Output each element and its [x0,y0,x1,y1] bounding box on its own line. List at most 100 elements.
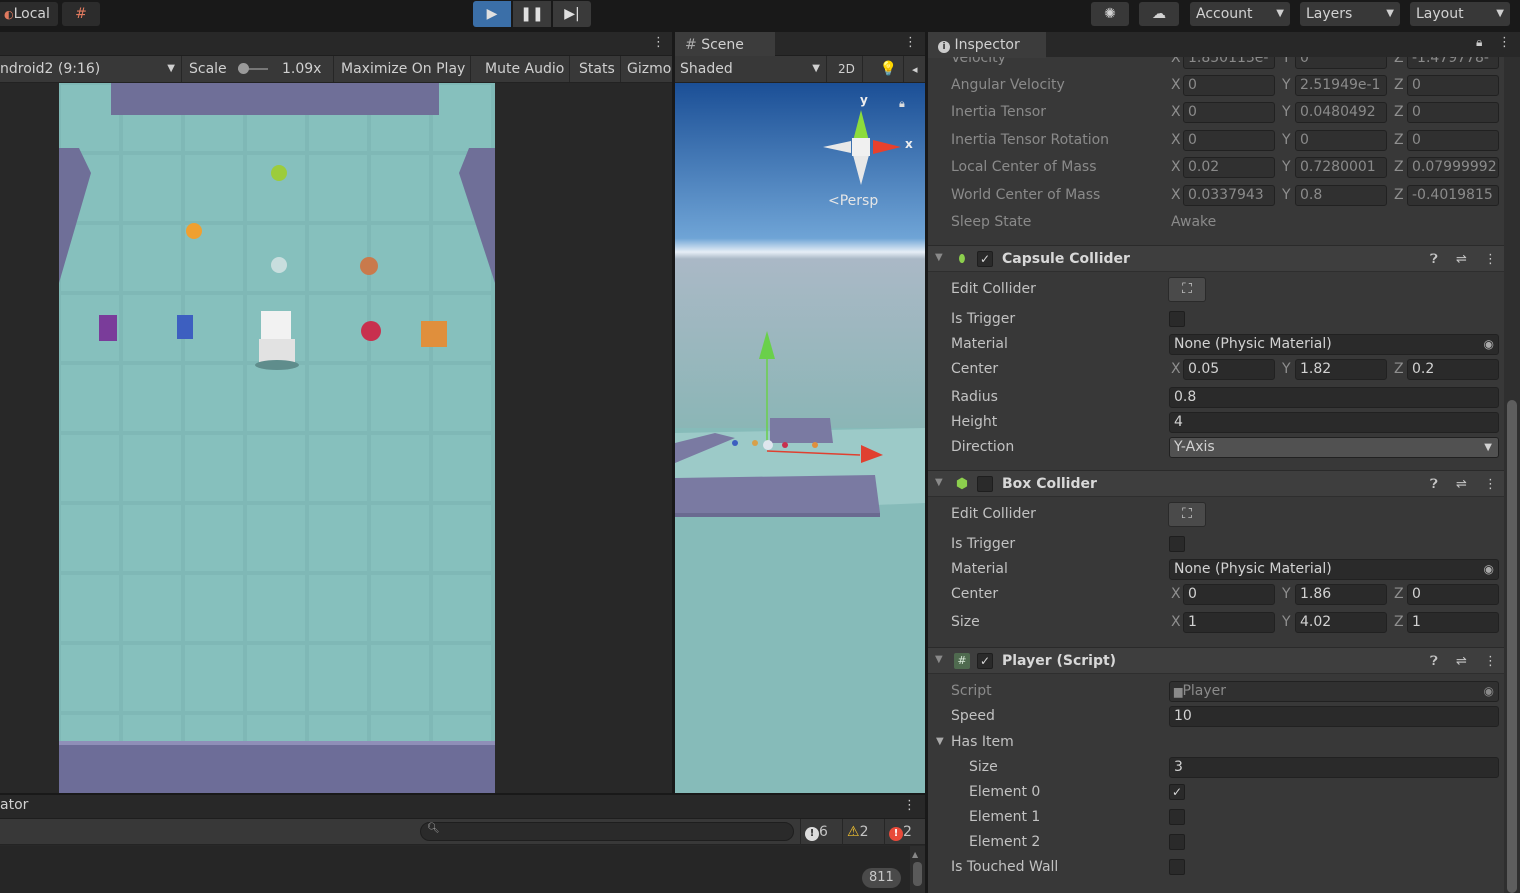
orientation-gizmo[interactable]: y x <Persp [823,93,913,213]
audio-toggle[interactable]: ◂ [907,56,925,82]
more-options-icon[interactable]: ⋮ [904,36,917,50]
shading-dropdown[interactable]: Shaded ▼ [675,56,827,82]
mute-audio-toggle[interactable]: Mute Audio [480,56,571,82]
height-input[interactable]: 4 [1169,412,1499,433]
speed-input[interactable]: 10 [1169,706,1499,727]
tab-inspector[interactable]: i Inspector [928,32,1046,58]
scroll-up-icon[interactable]: ▲ [912,850,918,859]
edit-collider-button[interactable]: ⛶ [1168,502,1206,527]
play-button[interactable]: ▶ [473,1,511,27]
layout-label: Layout [1416,6,1464,22]
more-options-icon[interactable]: ⋮ [652,36,665,50]
element-1-checkbox[interactable] [1169,809,1185,825]
preset-icon[interactable]: ⇌ [1456,246,1467,273]
more-options-icon[interactable]: ⋮ [1498,36,1511,50]
lock-icon[interactable]: 🔒︎ [899,97,905,111]
is-trigger-checkbox[interactable] [1169,536,1185,552]
object-picker-icon[interactable]: ◉ [1484,560,1494,579]
size-y-input[interactable]: 4.02 [1295,612,1387,633]
capsule-title: Capsule Collider [1002,251,1130,267]
angular-velocity-x: 0 [1183,75,1275,96]
capsule-collider-header[interactable]: ▼ ⬮ ✓ Capsule Collider ❓︎ ⇌ ⋮ [928,245,1508,272]
foldout-arrow-icon[interactable]: ▼ [935,654,943,665]
center-x-input[interactable]: 0 [1183,584,1275,605]
player-enabled-checkbox[interactable]: ✓ [977,653,993,669]
material-field[interactable]: None (Physic Material) ◉ [1169,334,1499,355]
box-enabled-checkbox[interactable] [977,476,993,492]
cloud-button[interactable]: ☁ [1139,2,1179,26]
direction-value: Y-Axis [1174,439,1215,455]
scrollbar-thumb[interactable] [1507,400,1517,893]
center-z-input[interactable]: 0 [1407,584,1499,605]
local-global-toggle[interactable]: ◐Local [0,2,58,26]
info-filter-button[interactable]: ! 6 [800,819,840,845]
more-options-icon[interactable]: ⋮ [1484,648,1497,675]
script-icon: # [954,653,970,669]
help-icon[interactable]: ❓︎ [1430,648,1438,675]
console-search-input[interactable]: 🔍︎ [420,822,794,841]
more-options-icon[interactable]: ⋮ [903,799,916,813]
scene-view-panel: # Scene ⋮ Shaded ▼ 2D 💡 ◂ y x <Persp 🔒︎ [675,32,925,793]
tab-scene[interactable]: # Scene [675,32,775,57]
touched-wall-checkbox[interactable] [1169,859,1185,875]
box-collider-header[interactable]: ▼ ⬢ Box Collider ❓︎ ⇌ ⋮ [928,470,1508,497]
has-item-row[interactable]: ▼ Has Item [928,729,1508,755]
warning-filter-button[interactable]: ⚠2 [842,819,882,845]
more-options-icon[interactable]: ⋮ [1484,471,1497,498]
inspector-scrollbar[interactable] [1504,57,1520,893]
more-options-icon[interactable]: ⋮ [1484,246,1497,273]
lighting-toggle[interactable]: 💡 [874,56,904,82]
persp-label[interactable]: <Persp [828,193,878,209]
layout-dropdown[interactable]: Layout ▼ [1410,2,1510,26]
size-z-input[interactable]: 1 [1407,612,1499,633]
console-scrollbar[interactable]: ▲ [910,846,925,893]
foldout-arrow-icon[interactable]: ▼ [935,477,943,488]
radius-input[interactable]: 0.8 [1169,387,1499,408]
resolution-dropdown[interactable]: ndroid2 (9:16) ▼ [0,56,182,82]
edit-collider-button[interactable]: ⛶ [1168,277,1206,302]
step-button[interactable]: ▶| [553,1,591,27]
scale-slider[interactable]: Scale 1.09x [184,56,334,82]
element-0-checkbox[interactable]: ✓ [1169,784,1185,800]
array-size-input[interactable]: 3 [1169,757,1499,778]
error-filter-button[interactable]: ! 2 [884,819,925,845]
services-button[interactable]: ✺ [1091,2,1129,26]
scrollbar-thumb[interactable] [913,862,922,886]
shading-label: Shaded [680,61,733,77]
preset-icon[interactable]: ⇌ [1456,648,1467,675]
element-2-checkbox[interactable] [1169,834,1185,850]
object-picker-icon[interactable]: ◉ [1484,335,1494,354]
stats-toggle[interactable]: Stats [574,56,621,82]
game-viewport[interactable] [59,83,495,793]
layers-dropdown[interactable]: Layers ▼ [1300,2,1400,26]
help-icon[interactable]: ❓︎ [1430,246,1438,273]
center-y-input[interactable]: 1.82 [1295,359,1387,380]
info-icon: i [938,41,950,53]
chevron-down-icon: ▼ [167,63,175,74]
material-field[interactable]: None (Physic Material) ◉ [1169,559,1499,580]
scale-thumb[interactable] [238,63,249,74]
preset-icon[interactable]: ⇌ [1456,471,1467,498]
player-script-header[interactable]: ▼ # ✓ Player (Script) ❓︎ ⇌ ⋮ [928,647,1508,674]
pause-button[interactable]: ❚❚ [513,1,551,27]
help-icon[interactable]: ❓︎ [1430,471,1438,498]
arena-floor [675,475,880,515]
direction-dropdown[interactable]: Y-Axis ▼ [1169,437,1499,458]
animator-tab-label[interactable]: ator [0,797,28,813]
account-dropdown[interactable]: Account ▼ [1190,2,1290,26]
foldout-arrow-icon[interactable]: ▼ [935,252,943,263]
grid-snap-button[interactable]: # [62,2,100,26]
capsule-enabled-checkbox[interactable]: ✓ [977,251,993,267]
center-y-input[interactable]: 1.86 [1295,584,1387,605]
size-x-input[interactable]: 1 [1183,612,1275,633]
scene-viewport[interactable]: y x <Persp 🔒︎ [675,83,925,793]
is-trigger-checkbox[interactable] [1169,311,1185,327]
capsule-height-row: Height 4 [928,409,1508,435]
2d-toggle[interactable]: 2D [833,56,863,82]
gizmos-toggle[interactable]: Gizmo [622,56,672,82]
lock-icon[interactable]: 🔒︎ [1476,35,1482,50]
center-z-input[interactable]: 0.2 [1407,359,1499,380]
maximize-on-play-toggle[interactable]: Maximize On Play [336,56,472,82]
center-x-input[interactable]: 0.05 [1183,359,1275,380]
foldout-arrow-icon[interactable]: ▼ [936,729,944,755]
